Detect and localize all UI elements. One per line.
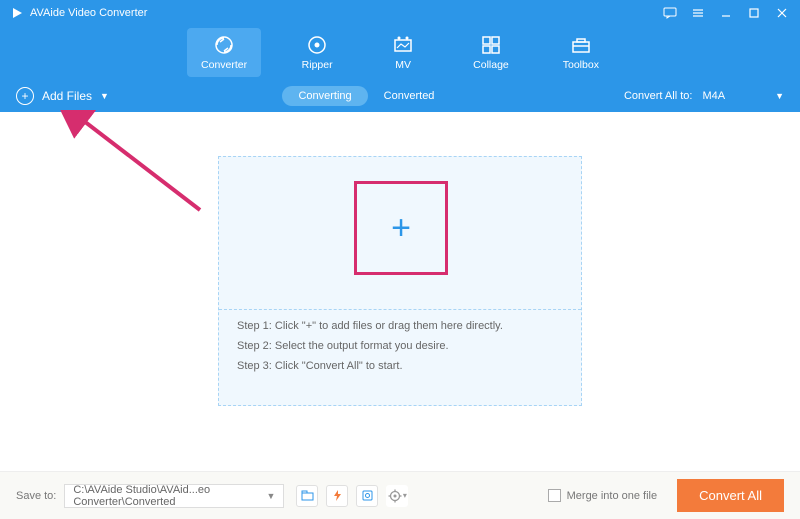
- save-to-label: Save to:: [16, 490, 56, 502]
- drop-zone[interactable]: + Step 1: Click "+" to add files or drag…: [218, 156, 582, 406]
- mv-icon: [392, 34, 414, 56]
- step-3: Step 3: Click "Convert All" to start.: [237, 360, 563, 372]
- bottom-bar: Save to: C:\AVAide Studio\AVAid...eo Con…: [0, 471, 800, 519]
- step-2: Step 2: Select the output format you des…: [237, 340, 563, 352]
- merge-checkbox[interactable]: [548, 489, 561, 502]
- sub-tabs: Converting Converted: [282, 86, 450, 106]
- step-1: Step 1: Click "+" to add files or drag t…: [237, 320, 563, 332]
- big-plus-icon: +: [391, 209, 411, 248]
- tab-ripper[interactable]: Ripper: [287, 28, 347, 77]
- convert-all-button[interactable]: Convert All: [677, 479, 784, 512]
- subtab-converting[interactable]: Converting: [282, 86, 367, 106]
- plus-circle-icon: +: [16, 87, 34, 105]
- subbar: + Add Files ▼ Converting Converted Conve…: [0, 80, 800, 112]
- tab-mv-label: MV: [395, 59, 411, 71]
- tab-mv[interactable]: MV: [373, 28, 433, 77]
- settings-gear-icon[interactable]: ▾: [386, 485, 408, 507]
- open-folder-icon[interactable]: [296, 485, 318, 507]
- format-value: M4A: [702, 90, 725, 102]
- convert-all-to-label: Convert All to:: [624, 90, 692, 102]
- add-files-square[interactable]: +: [354, 181, 448, 275]
- add-files-label: Add Files: [42, 89, 92, 103]
- format-select[interactable]: M4A ▼: [702, 90, 784, 102]
- titlebar: AVAide Video Converter: [0, 0, 800, 25]
- tab-converter-label: Converter: [201, 59, 247, 71]
- tab-collage-label: Collage: [473, 59, 509, 71]
- merge-option[interactable]: Merge into one file: [548, 489, 658, 502]
- convert-all-to: Convert All to: M4A ▼: [624, 90, 784, 102]
- ripper-icon: [306, 34, 328, 56]
- main-area: + Step 1: Click "+" to add files or drag…: [0, 112, 800, 471]
- main-tabs: Converter Ripper MV Collage Toolbox: [0, 25, 800, 80]
- tab-converter[interactable]: Converter: [187, 28, 261, 77]
- close-icon[interactable]: [774, 5, 790, 21]
- speed-icon[interactable]: [326, 485, 348, 507]
- merge-label: Merge into one file: [567, 490, 658, 502]
- dropdown-arrow-icon: ▼: [100, 91, 109, 101]
- tab-toolbox-label: Toolbox: [563, 59, 599, 71]
- collage-icon: [480, 34, 502, 56]
- toolbox-icon: [570, 34, 592, 56]
- app-logo-icon: [10, 6, 24, 20]
- tab-toolbox[interactable]: Toolbox: [549, 28, 613, 77]
- menu-icon[interactable]: [690, 5, 706, 21]
- app-title: AVAide Video Converter: [30, 7, 147, 19]
- tab-collage[interactable]: Collage: [459, 28, 523, 77]
- minimize-icon[interactable]: [718, 5, 734, 21]
- tab-ripper-label: Ripper: [302, 59, 333, 71]
- steps: Step 1: Click "+" to add files or drag t…: [237, 320, 563, 372]
- titlebar-right: [662, 5, 790, 21]
- subtab-converted[interactable]: Converted: [368, 86, 451, 106]
- save-path-value: C:\AVAide Studio\AVAid...eo Converter\Co…: [73, 484, 266, 508]
- maximize-icon[interactable]: [746, 5, 762, 21]
- gpu-icon[interactable]: [356, 485, 378, 507]
- converter-icon: [213, 34, 235, 56]
- feedback-icon[interactable]: [662, 5, 678, 21]
- titlebar-left: AVAide Video Converter: [10, 6, 147, 20]
- save-path-select[interactable]: C:\AVAide Studio\AVAid...eo Converter\Co…: [64, 484, 284, 508]
- path-arrow-icon: ▼: [266, 491, 275, 501]
- format-arrow-icon: ▼: [775, 91, 784, 101]
- drop-divider: [219, 309, 581, 310]
- action-icons: ▾: [296, 485, 408, 507]
- add-files-button[interactable]: + Add Files ▼: [16, 87, 109, 105]
